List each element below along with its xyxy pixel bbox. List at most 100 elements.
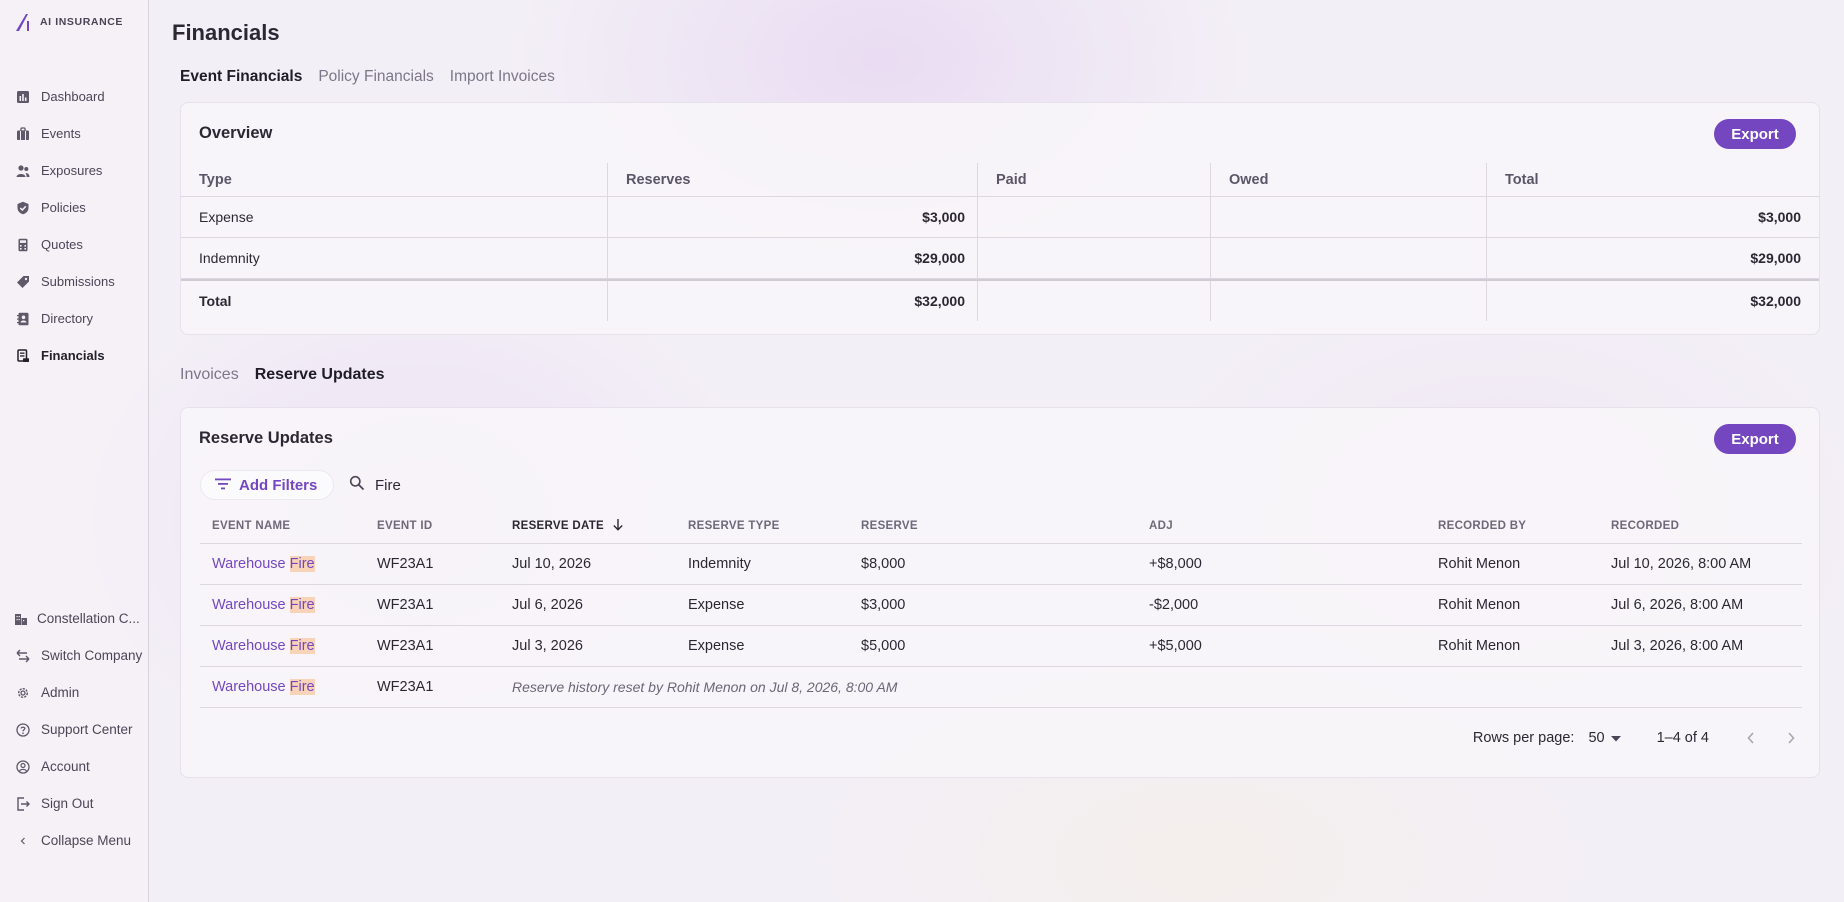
sidebar-item-switch-company[interactable]: Switch Company <box>0 637 148 674</box>
briefcase-icon <box>16 126 30 141</box>
search-box <box>349 470 575 500</box>
dropdown-caret-icon <box>1610 730 1621 746</box>
event-name-text: Warehouse <box>212 556 290 572</box>
sidebar-item-events[interactable]: Events <box>0 115 148 152</box>
owed-cell <box>1210 197 1486 237</box>
sidebar-item-support-center[interactable]: Support Center <box>0 711 148 748</box>
sidebar-item-label: Dashboard <box>41 89 105 104</box>
column-header-adj[interactable]: ADJ <box>1137 520 1426 532</box>
event-name-link[interactable]: Warehouse Fire <box>212 556 315 572</box>
event-name-link[interactable]: Warehouse Fire <box>212 597 315 613</box>
event-name-cell: Warehouse Fire <box>200 679 365 695</box>
sidebar-item-admin[interactable]: Admin <box>0 674 148 711</box>
recorded-cell: Jul 3, 2026, 8:00 AM <box>1611 638 1744 654</box>
table-header-row: Type Reserves Paid Owed Total <box>181 163 1819 197</box>
reserve-reset-note: Reserve history reset by Rohit Menon on … <box>512 679 898 695</box>
reserve-type-cell: Expense <box>688 597 745 613</box>
switch-arrows-icon <box>16 649 30 663</box>
column-header-reserve[interactable]: RESERVE <box>849 520 1137 532</box>
column-header-reserve-type[interactable]: RESERVE TYPE <box>676 520 849 532</box>
sidebar-item-directory[interactable]: Directory <box>0 300 148 337</box>
financials-tabs: Event Financials Policy Financials Impor… <box>180 68 555 86</box>
type-cell: Expense <box>199 209 254 225</box>
filter-icon <box>215 477 231 494</box>
table-row: Warehouse Fire WF23A1 Jul 3, 2026 Expens… <box>200 626 1802 667</box>
sign-out-icon <box>16 796 30 811</box>
tab-reserve-updates[interactable]: Reserve Updates <box>255 366 385 384</box>
brand-logo[interactable]: AI INSURANCE <box>14 12 123 32</box>
sidebar-item-submissions[interactable]: Submissions <box>0 263 148 300</box>
column-header-reserve-date[interactable]: RESERVE DATE <box>500 518 676 534</box>
column-header-recorded-by[interactable]: RECORDED BY <box>1426 520 1599 532</box>
sidebar-item-label: Financials <box>41 348 105 363</box>
account-circle-icon <box>16 759 30 774</box>
overview-table: Type Reserves Paid Owed Total Expense $3… <box>181 163 1819 321</box>
reserve-date-cell: Jul 10, 2026 <box>512 556 592 572</box>
column-header-label: RESERVE DATE <box>512 519 605 532</box>
overview-card: Overview Export Type Reserves Paid Owed … <box>180 102 1820 335</box>
reserve-date-cell: Jul 6, 2026 <box>512 597 583 613</box>
total-cell: $3,000 <box>1486 197 1819 237</box>
table-row: Indemnity $29,000 $29,000 <box>181 238 1819 279</box>
tab-import-invoices[interactable]: Import Invoices <box>450 68 555 86</box>
sidebar-item-financials[interactable]: Financials <box>0 337 148 374</box>
reserves-cell: $29,000 <box>607 238 977 278</box>
table-header-row: EVENT NAME EVENT ID RESERVE DATE RESERVE… <box>200 508 1802 544</box>
help-circle-icon <box>16 722 30 737</box>
table-row-reset: Warehouse Fire WF23A1 Reserve history re… <box>200 667 1802 708</box>
column-header-reserves: Reserves <box>607 163 977 196</box>
shield-check-icon <box>16 201 30 215</box>
event-name-text: Warehouse <box>212 638 290 654</box>
gear-icon <box>16 686 30 700</box>
tag-icon <box>16 275 30 289</box>
sidebar-item-label: Collapse Menu <box>41 833 132 848</box>
add-filters-button[interactable]: Add Filters <box>200 470 334 500</box>
sidebar-item-dashboard[interactable]: Dashboard <box>0 78 148 115</box>
reserve-cell: $3,000 <box>861 597 906 613</box>
sidebar-item-account[interactable]: Account <box>0 748 148 785</box>
previous-page-button[interactable] <box>1739 726 1763 750</box>
sidebar-item-company[interactable]: Constellation C... <box>0 600 148 637</box>
table-total-row: Total $32,000 $32,000 <box>181 279 1819 321</box>
search-match-highlight: Fire <box>289 556 315 572</box>
event-name-link[interactable]: Warehouse Fire <box>212 638 315 654</box>
paid-cell <box>977 238 1210 278</box>
tab-event-financials[interactable]: Event Financials <box>180 68 302 86</box>
sidebar-item-policies[interactable]: Policies <box>0 189 148 226</box>
event-name-link[interactable]: Warehouse Fire <box>212 679 315 695</box>
reserve-updates-export-button[interactable]: Export <box>1714 424 1796 454</box>
search-match-highlight: Fire <box>289 638 315 654</box>
sidebar-item-exposures[interactable]: Exposures <box>0 152 148 189</box>
search-match-highlight: Fire <box>289 597 315 613</box>
overview-export-button[interactable]: Export <box>1714 119 1796 149</box>
column-header-event-id[interactable]: EVENT ID <box>365 520 500 532</box>
next-page-button[interactable] <box>1779 726 1803 750</box>
column-header-recorded[interactable]: RECORDED <box>1599 520 1802 532</box>
column-header-event-name[interactable]: EVENT NAME <box>200 520 365 532</box>
column-header-owed: Owed <box>1210 163 1486 196</box>
chevron-left-icon <box>16 834 30 848</box>
reserve-type-cell: Indemnity <box>688 556 751 572</box>
event-name-text: Warehouse <box>212 597 290 613</box>
event-name-cell: Warehouse Fire <box>200 638 365 654</box>
collapse-menu-button[interactable]: Collapse Menu <box>0 822 148 859</box>
sidebar-item-label: Policies <box>41 200 86 215</box>
sidebar-item-label: Support Center <box>41 722 133 737</box>
tab-policy-financials[interactable]: Policy Financials <box>318 68 433 86</box>
sidebar-item-quotes[interactable]: Quotes <box>0 226 148 263</box>
sidebar-item-label: Switch Company <box>41 648 143 663</box>
event-id-cell: WF23A1 <box>377 556 434 572</box>
rows-per-page-select[interactable]: 50 <box>1588 730 1621 746</box>
sidebar-item-sign-out[interactable]: Sign Out <box>0 785 148 822</box>
tab-invoices[interactable]: Invoices <box>180 366 239 384</box>
total-cell: $29,000 <box>1486 238 1819 278</box>
reserves-cell: $3,000 <box>607 197 977 237</box>
event-name-text: Warehouse <box>212 679 290 695</box>
sidebar-bottom-nav: Constellation C... Switch Company Admin … <box>0 600 148 859</box>
owed-cell <box>1210 281 1486 321</box>
search-input[interactable] <box>375 476 575 494</box>
sidebar-item-label: Account <box>41 759 90 774</box>
table-row: Warehouse Fire WF23A1 Jul 10, 2026 Indem… <box>200 544 1802 585</box>
address-book-icon <box>16 312 30 326</box>
add-filters-label: Add Filters <box>239 476 318 494</box>
